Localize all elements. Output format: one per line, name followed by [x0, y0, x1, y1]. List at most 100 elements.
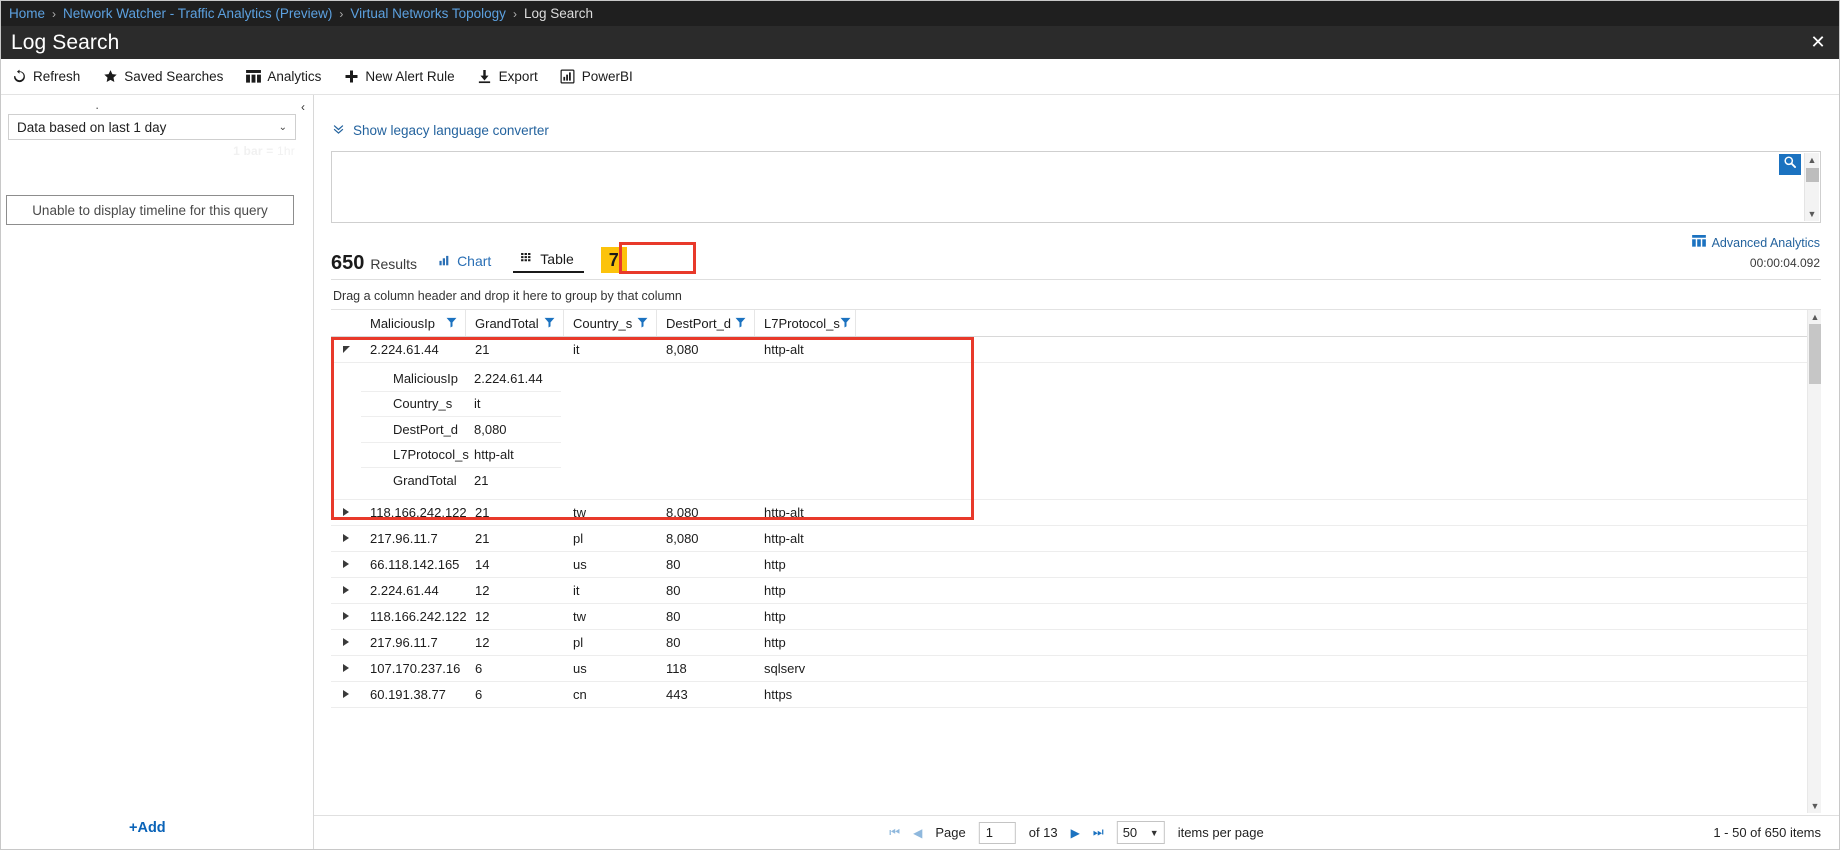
cell-l7protocol-s: http-alt	[764, 504, 804, 520]
table-row[interactable]: 118.166.242.122 21 tw 8,080 http-alt	[331, 500, 1821, 526]
group-by-dropzone[interactable]: Drag a column header and drop it here to…	[331, 285, 1821, 307]
powerbi-label: PowerBI	[581, 69, 633, 84]
advanced-analytics-link[interactable]: Advanced Analytics	[1691, 235, 1820, 250]
table-row[interactable]: 118.166.242.122 12 tw 80 http	[331, 604, 1821, 630]
column-header-maliciousip[interactable]: MaliciousIp	[361, 310, 466, 336]
cell-country-s: it	[573, 582, 580, 598]
cell-destport-d: 8,080	[666, 342, 699, 357]
triangle-right-icon	[343, 690, 349, 698]
row-expand-toggle[interactable]	[331, 508, 361, 516]
analytics-button[interactable]: Analytics	[245, 69, 321, 85]
page-number-input[interactable]	[978, 821, 1016, 844]
page-size-select[interactable]: 50 ▼	[1116, 821, 1165, 844]
last-page-button[interactable]: ⏭	[1093, 825, 1104, 840]
filter-icon[interactable]	[544, 316, 555, 331]
breadcrumb-item-home[interactable]: Home	[9, 6, 45, 21]
filter-icon[interactable]	[840, 316, 851, 331]
breadcrumb-item-virtual-networks-topology[interactable]: Virtual Networks Topology	[350, 6, 506, 21]
row-expand-toggle[interactable]	[331, 638, 361, 646]
chevron-left-icon[interactable]: ‹	[296, 99, 310, 115]
cell-grandtotal: 6	[475, 686, 483, 702]
triangle-right-icon	[343, 664, 349, 672]
row-expand-toggle[interactable]	[331, 534, 361, 542]
filter-icon[interactable]	[735, 316, 746, 331]
analytics-icon	[245, 69, 261, 85]
filter-icon[interactable]	[637, 316, 648, 331]
column-header-grandtotal[interactable]: GrandTotal	[466, 310, 564, 336]
cell-destport-d: 80	[666, 556, 681, 572]
table-row[interactable]: 2.224.61.44 12 it 80 http	[331, 578, 1821, 604]
pagination-bar: ⏮ ◀ Page of 13 ▶ ⏭ 50 ▼ items per page 1…	[314, 815, 1839, 849]
scroll-down-icon[interactable]: ▼	[1808, 207, 1817, 221]
close-icon[interactable]: ✕	[1797, 26, 1839, 59]
table-row[interactable]: 66.118.142.165 14 us 80 http	[331, 552, 1821, 578]
cell-grandtotal: 6	[475, 660, 483, 676]
row-expand-toggle[interactable]	[331, 664, 361, 672]
column-header-country-s[interactable]: Country_s	[564, 310, 657, 336]
detail-row: GrandTotal 21	[361, 468, 561, 494]
row-expand-toggle[interactable]	[331, 560, 361, 568]
filter-icon[interactable]	[446, 316, 457, 331]
cell-maliciousip: 60.191.38.77	[370, 686, 446, 702]
row-expand-toggle[interactable]	[331, 612, 361, 620]
grid-body: 2.224.61.44 21 it 8,080 http-alt Malicio…	[331, 337, 1821, 813]
tab-table[interactable]: Table	[513, 250, 584, 273]
table-row[interactable]: 107.170.237.16 6 us 118 sqlserv	[331, 656, 1821, 682]
breadcrumb-separator: ›	[512, 6, 517, 21]
column-header-destport-d[interactable]: DestPort_d	[657, 310, 755, 336]
show-legacy-language-converter-link[interactable]: Show legacy language converter	[332, 123, 549, 138]
powerbi-button[interactable]: PowerBI	[560, 69, 633, 85]
page-total-label: of 13	[1028, 825, 1058, 840]
saved-searches-button[interactable]: Saved Searches	[102, 69, 223, 85]
cell-l7protocol-s: https	[764, 686, 793, 702]
add-filter-button[interactable]: +Add	[129, 820, 166, 836]
query-input[interactable]	[332, 152, 1820, 222]
cell-destport-d: 80	[666, 582, 681, 598]
cell-country-s: it	[573, 342, 580, 357]
scroll-thumb[interactable]	[1806, 168, 1819, 182]
detail-key: DestPort_d	[393, 421, 459, 437]
grid-scrollbar[interactable]: ▲ ▼	[1807, 310, 1821, 813]
next-page-button[interactable]: ▶	[1071, 826, 1080, 840]
table-row[interactable]: 60.191.38.77 6 cn 443 https	[331, 682, 1821, 708]
table-row[interactable]: 217.96.11.7 12 pl 80 http	[331, 630, 1821, 656]
first-page-button[interactable]: ⏮	[889, 825, 900, 840]
powerbi-icon	[560, 69, 576, 85]
scroll-up-icon[interactable]: ▲	[1808, 310, 1821, 324]
row-expand-toggle[interactable]	[331, 586, 361, 594]
detail-value: 8,080	[474, 421, 507, 437]
new-alert-rule-button[interactable]: New Alert Rule	[343, 69, 455, 85]
triangle-right-icon	[343, 586, 349, 594]
cell-country-s: cn	[573, 686, 587, 702]
scroll-thumb[interactable]	[1809, 324, 1821, 384]
detail-key: GrandTotal	[393, 473, 457, 489]
panel-dot: ·	[95, 100, 100, 115]
tab-chart[interactable]: Chart	[439, 253, 491, 274]
results-count: 650	[331, 252, 365, 274]
plus-icon	[343, 69, 359, 85]
breadcrumb-item-network-watcher[interactable]: Network Watcher - Traffic Analytics (Pre…	[63, 6, 332, 21]
row-collapse-toggle[interactable]	[331, 346, 361, 353]
refresh-button[interactable]: Refresh	[11, 69, 80, 85]
triangle-right-icon	[343, 508, 349, 516]
column-header-label: GrandTotal	[475, 315, 539, 331]
column-header-l7protocol-s[interactable]: L7Protocol_s	[755, 310, 856, 336]
previous-page-button[interactable]: ◀	[913, 826, 922, 840]
detail-key: L7Protocol_s	[393, 447, 469, 463]
main-body: ‹ · Data based on last 1 day ⌄ 1 bar = 1…	[1, 95, 1839, 849]
scroll-down-icon[interactable]: ▼	[1808, 799, 1821, 813]
export-button[interactable]: Export	[477, 69, 538, 85]
column-header-label: MaliciousIp	[370, 315, 436, 331]
bar-scale-note: 1 bar = 1hr	[233, 144, 295, 158]
table-row[interactable]: 217.96.11.7 21 pl 8,080 http-alt	[331, 526, 1821, 552]
timeline-message: Unable to display timeline for this quer…	[32, 202, 268, 218]
search-button[interactable]	[1779, 154, 1801, 175]
query-scrollbar[interactable]: ▲ ▼	[1804, 153, 1819, 221]
time-range-select[interactable]: Data based on last 1 day ⌄	[8, 114, 296, 140]
tab-table-label: Table	[540, 250, 574, 267]
bar-scale-note-bold: 1 bar =	[233, 144, 274, 158]
table-row[interactable]: 2.224.61.44 21 it 8,080 http-alt	[331, 337, 1821, 363]
row-expand-toggle[interactable]	[331, 690, 361, 698]
scroll-up-icon[interactable]: ▲	[1808, 153, 1817, 167]
cell-maliciousip: 118.166.242.122	[370, 504, 466, 520]
